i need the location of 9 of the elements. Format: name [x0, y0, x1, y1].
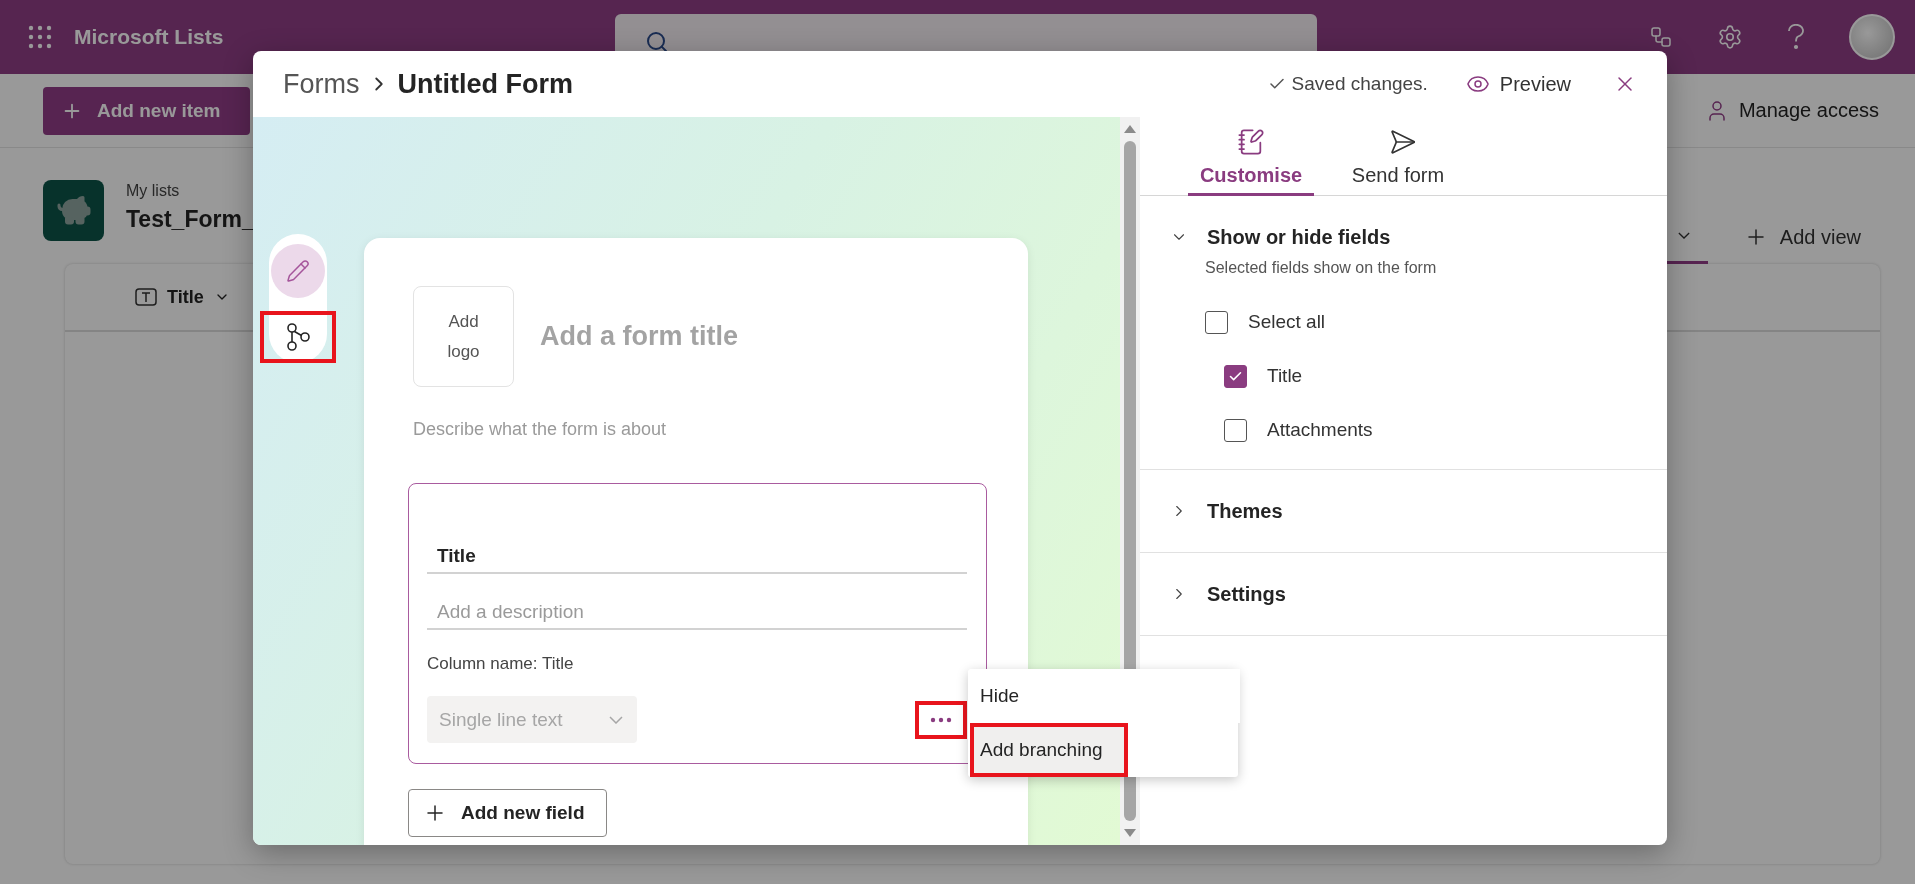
app-name: Microsoft Lists — [74, 25, 224, 49]
checkbox-label: Attachments — [1267, 419, 1373, 441]
column-name: Column name: Title — [427, 654, 575, 674]
checkbox-label: Title — [1267, 365, 1303, 387]
dialog-title: Untitled Form — [397, 68, 573, 100]
section-hint: Selected fields show on the form — [1205, 258, 1438, 278]
list-title: Test_Form_ — [126, 206, 255, 233]
checkbox-label: Select all — [1248, 311, 1326, 333]
save-status: Saved changes. — [1291, 73, 1428, 95]
